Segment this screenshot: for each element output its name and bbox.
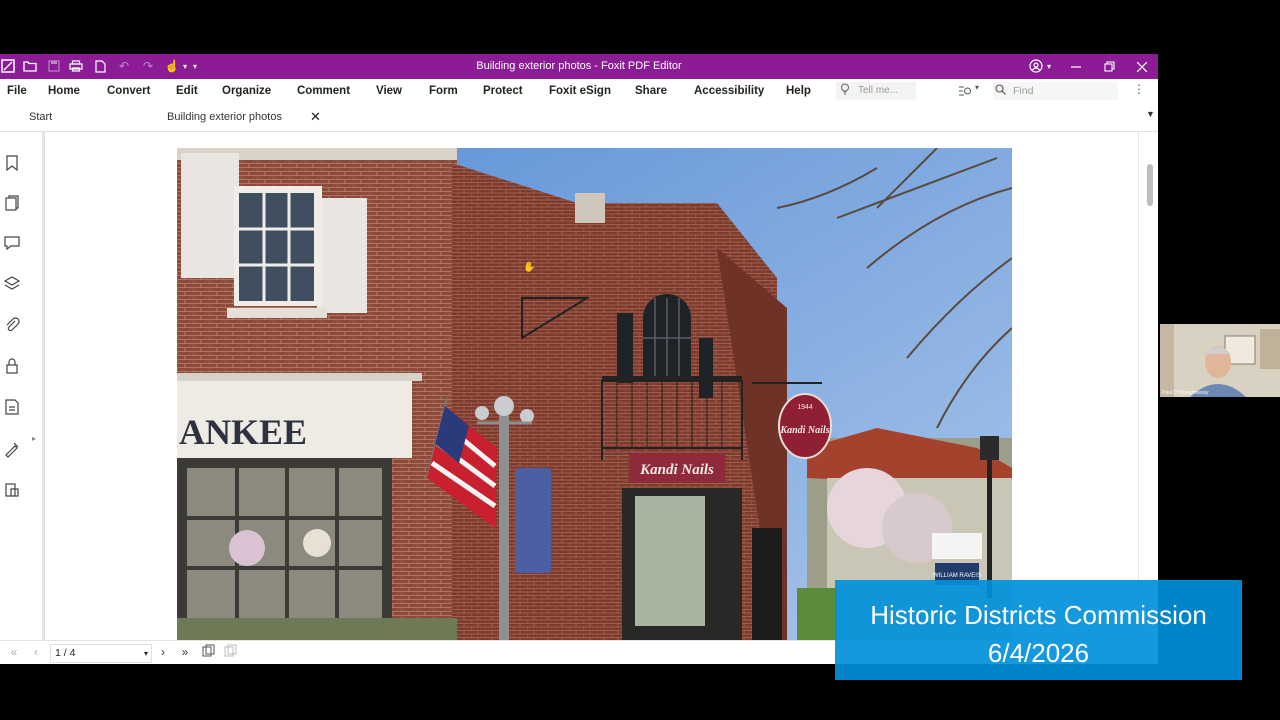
page-dropdown-icon[interactable]: ▾ (144, 645, 148, 662)
menu-protect[interactable]: Protect (483, 79, 523, 103)
tell-me-placeholder: Tell me... (858, 85, 899, 96)
security-lock-icon[interactable] (3, 357, 21, 375)
open-folder-icon[interactable] (22, 58, 38, 74)
close-tab-icon[interactable]: ✕ (310, 103, 321, 131)
menu-edit[interactable]: Edit (176, 79, 198, 103)
salon-sign-text: Kandi Nails (639, 462, 714, 478)
menu-share[interactable]: Share (635, 79, 667, 103)
hanging-sign-year: 1944 (797, 404, 813, 411)
find-field[interactable]: Find (993, 82, 1118, 100)
navigation-panel: ▸ (0, 132, 45, 640)
tab-start-label: Start (29, 111, 53, 123)
menu-organize[interactable]: Organize (222, 79, 271, 103)
caption-title: Historic Districts Commission (870, 600, 1207, 630)
tab-document-label: Building exterior photos (167, 111, 282, 123)
attachments-icon[interactable] (3, 316, 21, 334)
page-number-value: 1 / 4 (55, 647, 76, 659)
webcam-tile: Paul O'Shaughnessy (1160, 324, 1280, 397)
menu-home[interactable]: Home (48, 79, 80, 103)
signature-icon[interactable] (3, 440, 21, 458)
menu-comment[interactable]: Comment (297, 79, 350, 103)
layers-icon[interactable] (3, 275, 21, 293)
new-document-icon[interactable] (92, 58, 108, 74)
advanced-search-icon[interactable] (958, 84, 972, 98)
last-page-icon[interactable]: » (177, 644, 193, 661)
search-icon (995, 82, 1006, 100)
foxit-window: Building exterior photos - Foxit PDF Edi… (0, 54, 1158, 664)
form-fields-icon[interactable] (3, 398, 21, 416)
hand-cursor-icon: ✋ (523, 262, 536, 273)
tab-bar: Start Building exterior photos ✕ ▼ (0, 103, 1158, 132)
vertical-scrollbar[interactable] (1138, 132, 1158, 640)
redo-icon[interactable]: ↷ (140, 58, 156, 74)
menu-convert[interactable]: Convert (107, 79, 150, 103)
undo-icon[interactable]: ↶ (116, 58, 132, 74)
tab-list-dropdown-icon[interactable]: ▼ (1146, 109, 1155, 119)
title-bar: Building exterior photos - Foxit PDF Edi… (0, 54, 1158, 79)
caption-date: 6/4/2026 (987, 638, 1090, 668)
webcam-video: Paul O'Shaughnessy (1160, 324, 1280, 397)
page-thumbnail-view-icon[interactable] (200, 644, 216, 661)
bookmark-icon[interactable] (3, 154, 21, 172)
realty-sign-text: WILLIAM RAVEIS (933, 573, 981, 579)
participant-name: Paul O'Shaughnessy (1162, 390, 1209, 396)
print-icon[interactable] (68, 58, 84, 74)
app-logo-icon[interactable] (0, 58, 16, 74)
menu-bar: File Home Convert Edit Organize Comment … (0, 79, 1158, 103)
hand-tool-icon[interactable]: ☝ (164, 58, 180, 74)
tab-building-exterior-photos[interactable]: Building exterior photos ✕ (160, 103, 328, 131)
menu-view[interactable]: View (376, 79, 402, 103)
page-thumbnails-icon[interactable] (3, 194, 21, 212)
account-icon[interactable] (1028, 58, 1044, 74)
store-sign-text: ANKEE (179, 412, 307, 452)
tell-me-box[interactable]: Tell me... (836, 82, 916, 100)
menu-help[interactable]: Help (786, 79, 811, 103)
menu-form[interactable]: Form (429, 79, 458, 103)
document-view[interactable]: ANKEE Kandi Nails 1944 Kandi Nails WILLI… (45, 132, 1138, 641)
first-page-icon[interactable]: « (6, 644, 22, 661)
copy-page-icon[interactable] (222, 644, 238, 661)
search-options-dropdown-icon[interactable]: ▾ (975, 83, 979, 92)
tab-start[interactable]: Start (0, 103, 160, 131)
building-exterior-photo: ANKEE Kandi Nails 1944 Kandi Nails WILLI… (177, 148, 1012, 641)
account-dropdown-icon[interactable]: ▾ (1044, 58, 1054, 74)
scrollbar-thumb[interactable] (1147, 164, 1153, 206)
find-placeholder: Find (1013, 85, 1034, 97)
close-window-button[interactable] (1126, 54, 1158, 79)
comments-icon[interactable] (3, 234, 21, 252)
lightbulb-icon (840, 82, 850, 100)
expand-panel-icon[interactable]: ▸ (32, 434, 36, 443)
menu-foxit-esign[interactable]: Foxit eSign (549, 79, 611, 103)
customize-quick-access-icon[interactable]: ▾ (190, 58, 200, 74)
menu-file[interactable]: File (7, 79, 27, 103)
next-page-icon[interactable]: › (155, 644, 171, 661)
save-icon[interactable] (46, 58, 62, 74)
menu-accessibility[interactable]: Accessibility (694, 79, 764, 103)
hanging-sign-text: Kandi Nails (779, 425, 829, 436)
meeting-caption-overlay: Historic Districts Commission 6/4/2026 (835, 580, 1242, 680)
page-number-field[interactable]: 1 / 4 ▾ (50, 644, 152, 663)
destinations-icon[interactable] (3, 481, 21, 499)
more-options-icon[interactable]: ⋮ (1133, 82, 1145, 96)
previous-page-icon[interactable]: ‹ (28, 644, 44, 661)
minimize-button[interactable] (1060, 54, 1092, 79)
restore-button[interactable] (1093, 54, 1125, 79)
hand-tool-dropdown-icon[interactable]: ▾ (180, 58, 190, 74)
